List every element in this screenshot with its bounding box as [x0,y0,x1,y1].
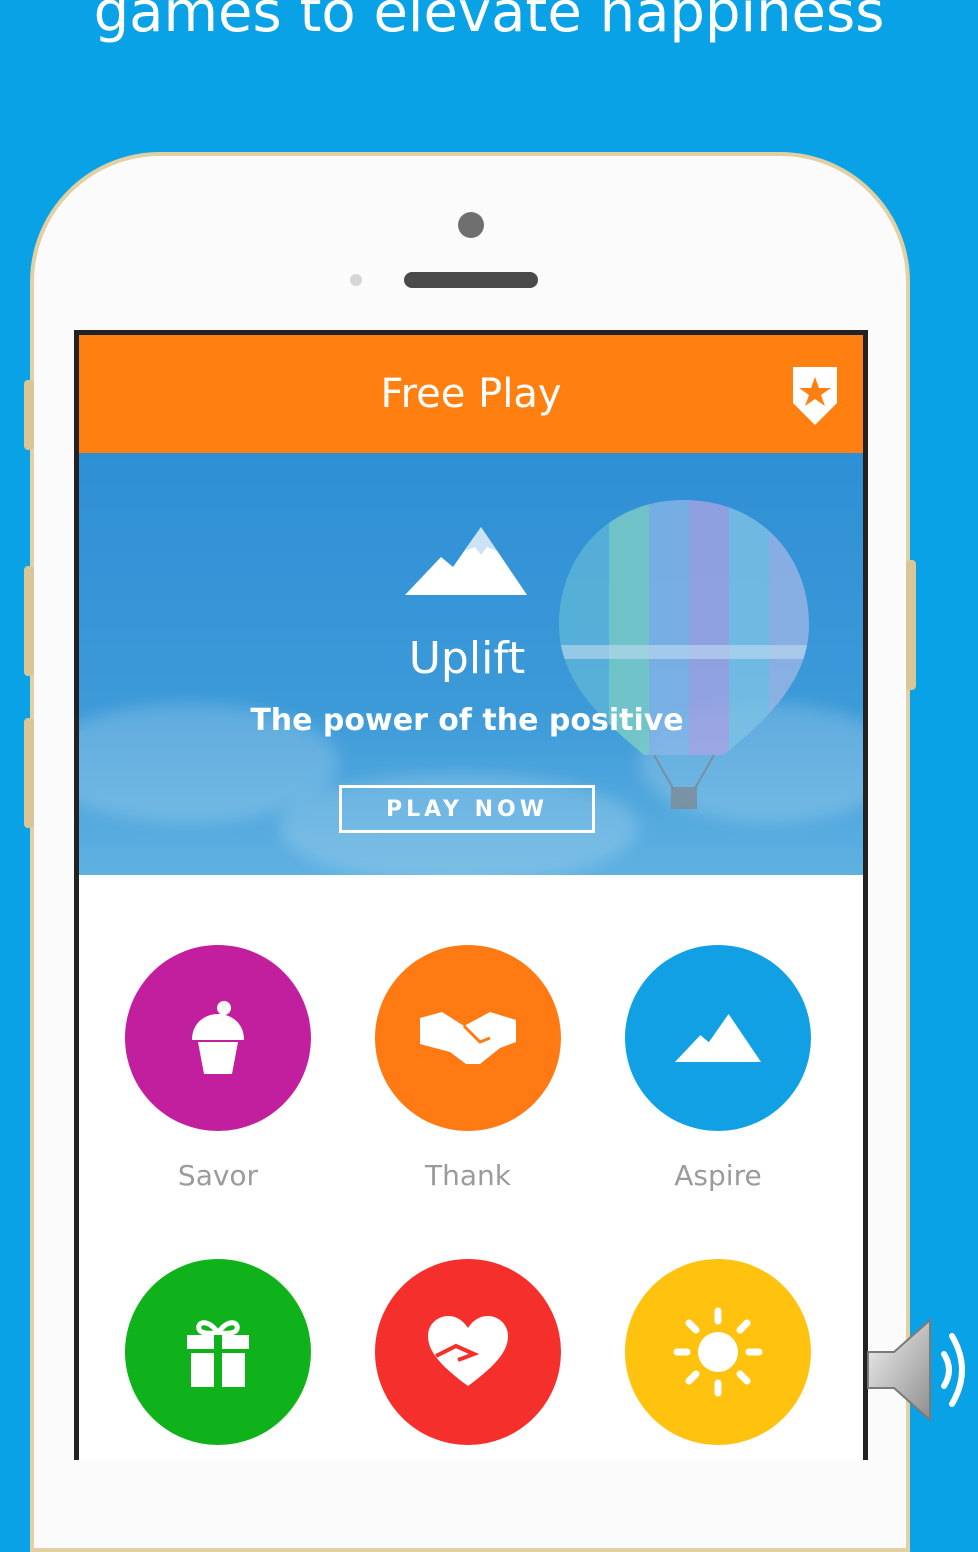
phone-volume-down-button [24,718,34,828]
phone-volume-up-button [24,566,34,676]
page-title: Free Play [380,371,562,417]
game-tile-gift[interactable] [125,1259,311,1445]
tile-label: Savor [177,1159,259,1192]
aspire-circle[interactable] [625,945,811,1131]
mountain-icon [405,527,527,595]
heart-hand-icon [428,1316,508,1386]
tile-label: Thank [425,1159,511,1192]
hero-title: Uplift [408,633,526,684]
game-tile-savor[interactable]: Savor [125,945,311,1192]
heart-circle[interactable] [375,1259,561,1445]
savor-circle[interactable] [125,945,311,1131]
speaker [404,272,538,288]
app-screen: Free Play Uplift The power of the positi… [74,330,868,1460]
game-tile-sun[interactable] [625,1259,811,1445]
camera [458,212,484,238]
game-tile-heart[interactable] [375,1259,561,1445]
gift-circle[interactable] [125,1259,311,1445]
game-tile-aspire[interactable]: Aspire [625,945,811,1192]
sun-circle[interactable] [625,1259,811,1445]
featured-game-banner[interactable]: Uplift The power of the positive PLAY NO… [79,453,863,875]
mountain-icon [674,1014,762,1062]
phone-side-button [24,380,34,450]
thank-circle[interactable] [375,945,561,1131]
handshake-icon [420,1012,516,1064]
headline: games to elevate happiness [93,0,885,45]
game-grid: Savor Thank Aspire [79,875,863,1460]
speaker-volume-icon[interactable] [860,1310,978,1430]
sun-icon [673,1307,763,1397]
sensor [350,274,362,286]
phone-power-button [906,560,916,690]
game-tile-thank[interactable]: Thank [375,945,561,1192]
cupcake-icon [192,1001,244,1074]
hero-subtitle: The power of the positive [250,703,684,738]
achievement-badge-icon[interactable] [789,363,841,429]
tile-label: Aspire [674,1159,762,1192]
top-bar: Free Play [79,335,863,453]
gift-icon [187,1320,249,1387]
play-now-button[interactable]: PLAY NOW [339,785,595,833]
